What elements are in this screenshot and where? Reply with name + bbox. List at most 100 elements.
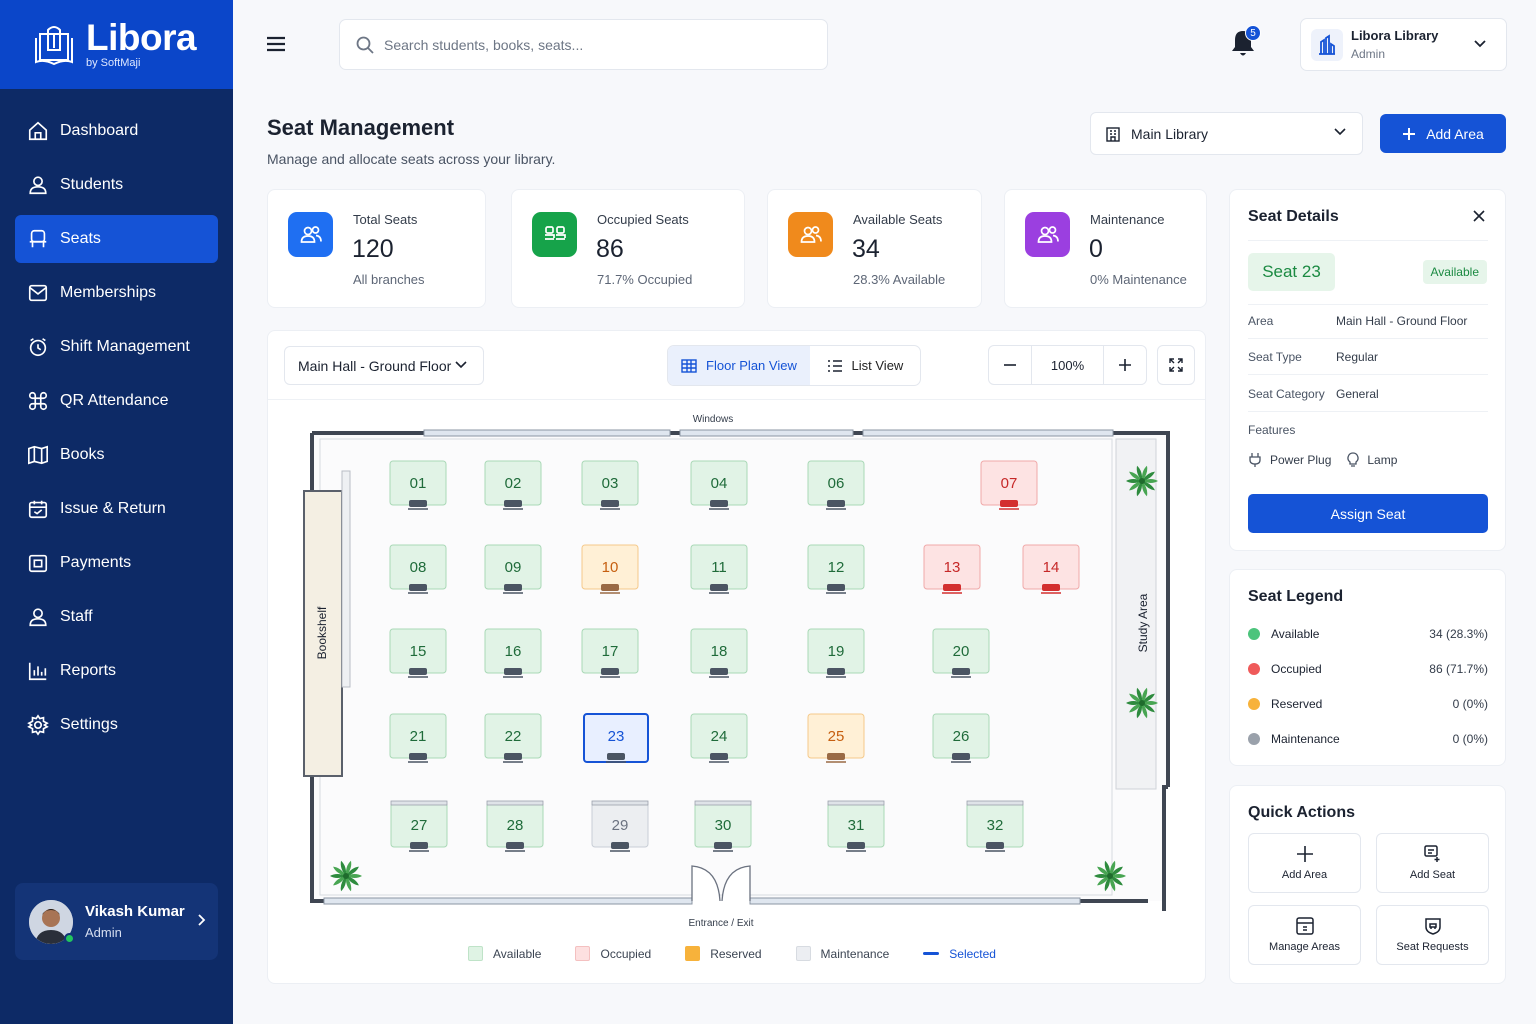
- seat-31[interactable]: 31: [827, 800, 885, 852]
- seat-number: 22: [505, 728, 522, 745]
- page-title: Seat Management: [267, 115, 455, 140]
- user-profile-card[interactable]: Vikash Kumar Admin: [15, 883, 218, 960]
- seat-number: 06: [828, 475, 845, 492]
- seat-29[interactable]: 29: [591, 800, 649, 852]
- window: [323, 897, 693, 905]
- search-input[interactable]: [384, 36, 784, 53]
- close-icon[interactable]: [1473, 210, 1485, 222]
- user-name: Vikash Kumar: [85, 903, 185, 920]
- quick-action-add-area[interactable]: Add Area: [1248, 833, 1361, 893]
- seat-number: 12: [828, 559, 845, 576]
- seat-chair: [710, 584, 728, 591]
- seat-23[interactable]: 23: [583, 713, 649, 763]
- legend-label: Selected: [949, 946, 996, 961]
- sidebar-item-staff[interactable]: Staff: [15, 593, 218, 641]
- seat-26[interactable]: 26: [932, 713, 990, 763]
- quick-action-add-seat[interactable]: Add Seat: [1376, 833, 1489, 893]
- floor-legend: Available Occupied Reserved Maintenance …: [468, 946, 1030, 961]
- seat-number: 07: [1001, 475, 1018, 492]
- divider: [1248, 338, 1488, 339]
- sidebar-item-shift-management[interactable]: Shift Management: [15, 323, 218, 371]
- assign-seat-button[interactable]: Assign Seat: [1248, 494, 1488, 533]
- search-bar: [339, 19, 828, 70]
- seat-chair: [410, 842, 428, 849]
- seat-number: 30: [715, 817, 732, 834]
- chevron-down-icon: [1474, 40, 1486, 48]
- seat-number: 10: [602, 559, 619, 576]
- seat-04[interactable]: 04: [690, 460, 748, 510]
- seat-desk-top: [966, 800, 1024, 806]
- legend-label: Available: [493, 946, 542, 961]
- seat-06[interactable]: 06: [807, 460, 865, 510]
- quick-action-seat-requests[interactable]: Seat Requests: [1376, 905, 1489, 965]
- seat-chair: [827, 584, 845, 591]
- seat-13[interactable]: 13: [923, 544, 981, 594]
- detail-row-area: Area Main Hall - Ground Floor: [1248, 314, 1467, 328]
- seat-11[interactable]: 11: [690, 544, 748, 594]
- seat-chair: [827, 668, 845, 675]
- sidebar-item-seats[interactable]: Seats: [15, 215, 218, 263]
- legend-reserved: Reserved: [685, 946, 762, 961]
- sidebar-item-dashboard[interactable]: Dashboard: [15, 107, 218, 155]
- seat-30[interactable]: 30: [694, 800, 752, 852]
- seat-08[interactable]: 08: [389, 544, 447, 594]
- sidebar-item-qr-attendance[interactable]: QR Attendance: [15, 377, 218, 425]
- stat-subtext: All branches: [353, 272, 425, 287]
- sidebar-item-students[interactable]: Students: [15, 161, 218, 209]
- quick-action-manage-areas[interactable]: Manage Areas: [1248, 905, 1361, 965]
- seat-number: 02: [505, 475, 522, 492]
- seat-10[interactable]: 10: [581, 544, 639, 594]
- study-area-label: Study Area: [1136, 593, 1150, 652]
- sidebar-item-label: Students: [60, 176, 124, 193]
- stat-value: 34: [852, 235, 880, 263]
- add-area-button[interactable]: Add Area: [1380, 114, 1506, 153]
- seat-02[interactable]: 02: [484, 460, 542, 510]
- home-icon: [28, 121, 48, 141]
- stat-value: 120: [352, 235, 394, 263]
- legend-row-available: Available 34 (28.3%): [1248, 627, 1488, 641]
- library-switcher[interactable]: Libora Library Admin: [1300, 18, 1507, 71]
- notifications-button[interactable]: 5: [1230, 25, 1261, 58]
- legend-label: Maintenance: [1271, 732, 1340, 746]
- seat-12[interactable]: 12: [807, 544, 865, 594]
- seat-07[interactable]: 07: [980, 460, 1038, 510]
- seat-22[interactable]: 22: [484, 713, 542, 763]
- seat-09[interactable]: 09: [484, 544, 542, 594]
- legend-swatch: [575, 946, 591, 961]
- seat-21[interactable]: 21: [389, 713, 447, 763]
- seat-32[interactable]: 32: [966, 800, 1024, 852]
- brand-name: Libora: [86, 16, 197, 58]
- sidebar-item-label: Payments: [60, 554, 132, 571]
- sidebar-item-label: Seats: [60, 230, 101, 247]
- seat-28[interactable]: 28: [486, 800, 544, 852]
- legend-count: 86 (71.7%): [1429, 662, 1488, 676]
- legend-swatch: [468, 946, 483, 961]
- floor-plan-panel: Main Hall - Ground Floor Floor Plan View…: [267, 330, 1206, 984]
- sidebar-item-payments[interactable]: Payments: [15, 539, 218, 587]
- brand-byline: by SoftMaji: [86, 56, 141, 69]
- seat-25[interactable]: 25: [807, 713, 865, 763]
- branch-select[interactable]: Main Library: [1090, 112, 1363, 155]
- sidebar-item-label: Issue & Return: [60, 500, 166, 517]
- seat-27[interactable]: 27: [390, 800, 448, 852]
- seat-03[interactable]: 03: [581, 460, 639, 510]
- seat-16[interactable]: 16: [484, 628, 542, 678]
- seat-20[interactable]: 20: [932, 628, 990, 678]
- quick-actions-panel: Quick Actions Add Area Add Seat Manage A…: [1229, 785, 1506, 984]
- hamburger-menu-icon[interactable]: [266, 36, 286, 52]
- seat-chair: [1000, 500, 1018, 507]
- sidebar-item-memberships[interactable]: Memberships: [15, 269, 218, 317]
- seat-24[interactable]: 24: [690, 713, 748, 763]
- seat-01[interactable]: 01: [389, 460, 447, 510]
- seat-19[interactable]: 19: [807, 628, 865, 678]
- stat-value: 86: [596, 235, 624, 263]
- seat-17[interactable]: 17: [581, 628, 639, 678]
- seat-14[interactable]: 14: [1022, 544, 1080, 594]
- floor-plan: 01 02 03 04 06 07 08 09 10 11 12 13 14 15 16 17 18 19 20 21…: [303, 414, 1170, 929]
- sidebar-item-issue-return[interactable]: Issue & Return: [15, 485, 218, 533]
- seat-18[interactable]: 18: [690, 628, 748, 678]
- sidebar-item-reports[interactable]: Reports: [15, 647, 218, 695]
- sidebar-item-settings[interactable]: Settings: [15, 701, 218, 749]
- seat-15[interactable]: 15: [389, 628, 447, 678]
- sidebar-item-books[interactable]: Books: [15, 431, 218, 479]
